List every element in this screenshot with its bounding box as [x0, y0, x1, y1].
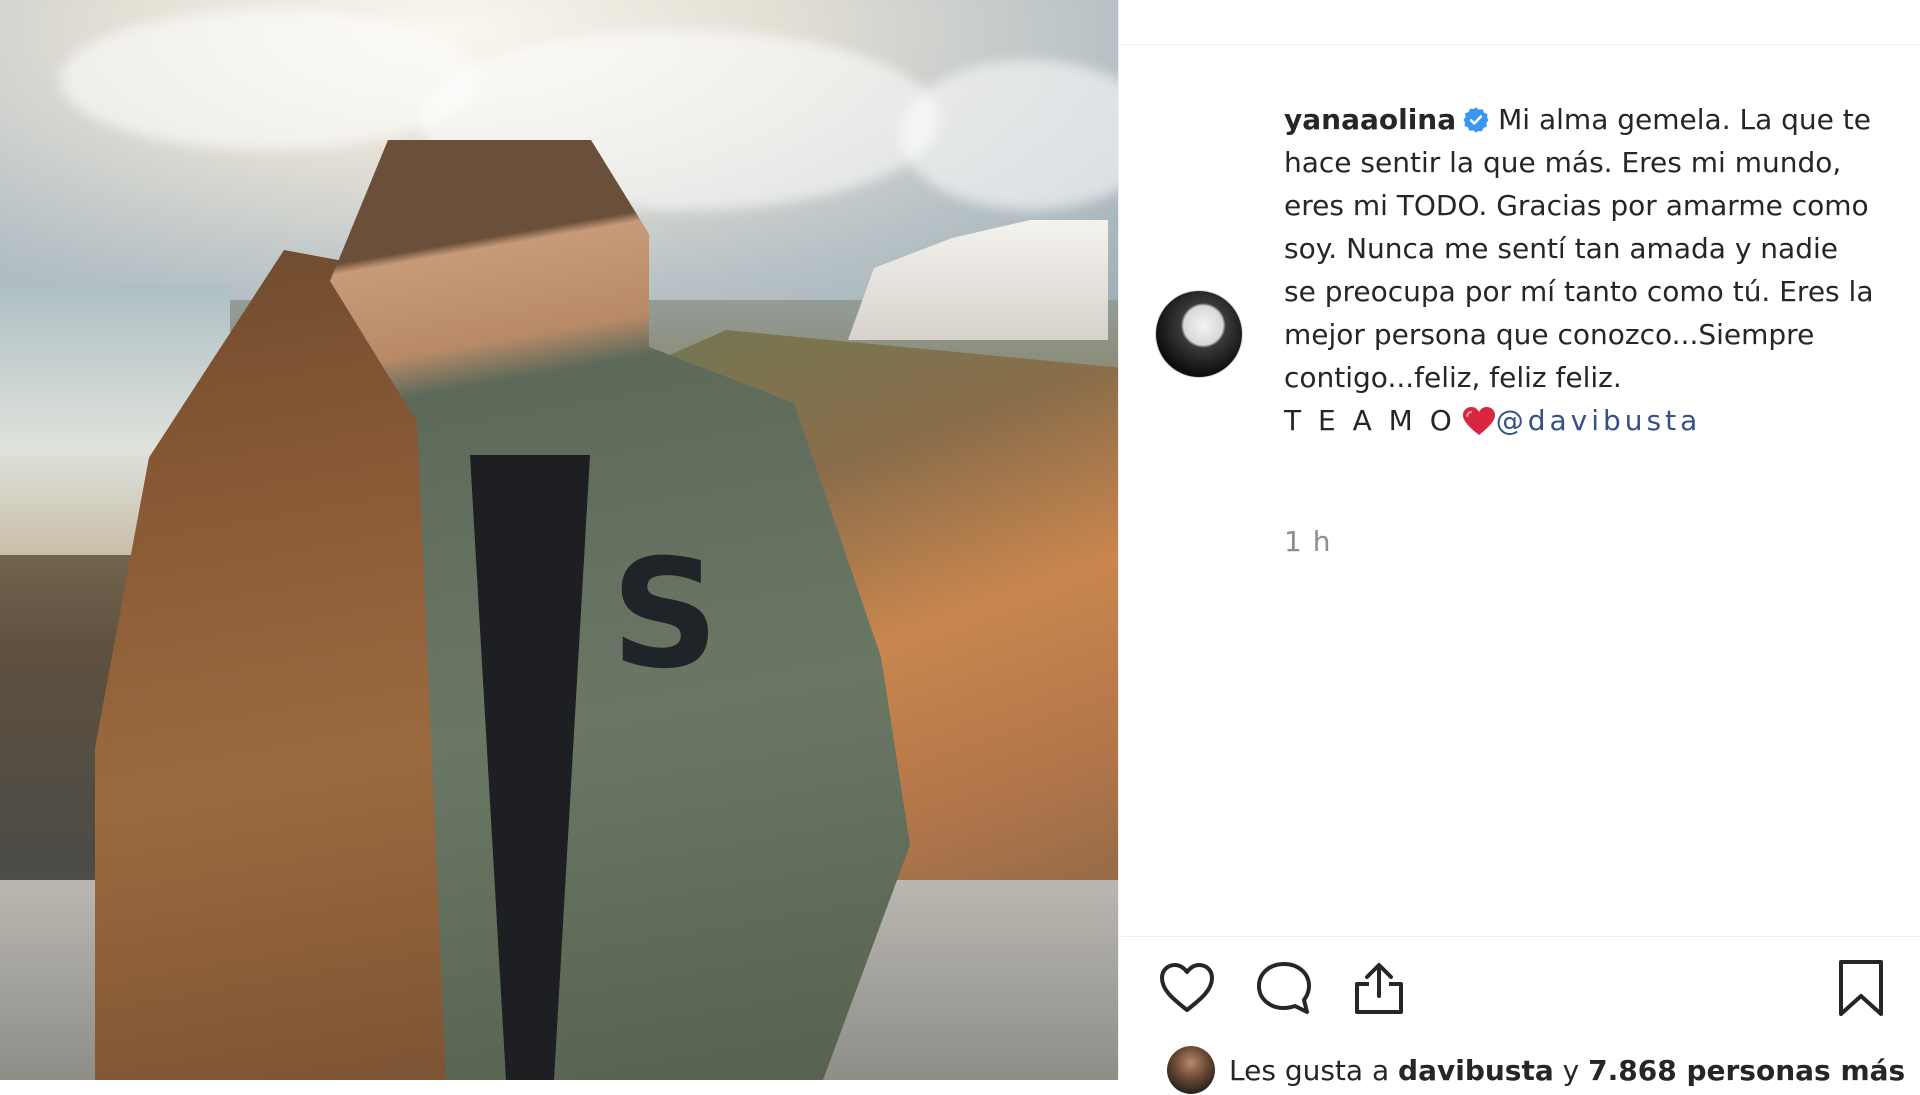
- photo-jacket-letter: S: [610, 528, 720, 702]
- heart-outline-icon: [1159, 962, 1215, 1018]
- like-button[interactable]: [1157, 960, 1217, 1020]
- caption-closing: T E A M O: [1284, 404, 1456, 437]
- liker-avatar[interactable]: [1167, 1046, 1215, 1094]
- post-caption: yanaaolina Mi alma gemela. La que te hace…: [1284, 98, 1874, 442]
- photo-cloud: [60, 10, 480, 150]
- caption-closing-line: T E A M O @davibusta: [1284, 399, 1874, 442]
- author-username[interactable]: yanaaolina: [1284, 103, 1456, 136]
- verified-badge-icon: [1462, 103, 1490, 133]
- share-upload-icon: [1352, 960, 1406, 1020]
- likes-summary: Les gusta a davibusta y 7.868 personas m…: [1167, 1045, 1905, 1095]
- bookmark-icon: [1837, 958, 1885, 1022]
- likes-prefix: Les gusta a: [1229, 1053, 1390, 1087]
- post-timestamp[interactable]: 1 h: [1284, 525, 1331, 558]
- post-photo[interactable]: S: [0, 0, 1118, 1080]
- mention-link[interactable]: @davibusta: [1496, 404, 1702, 437]
- likes-connector: y: [1562, 1053, 1580, 1087]
- liker-username[interactable]: davibusta: [1398, 1054, 1554, 1087]
- save-button[interactable]: [1831, 960, 1891, 1020]
- comment-button[interactable]: [1254, 960, 1314, 1020]
- red-heart-emoji: [1462, 405, 1496, 435]
- actions-divider: [1119, 936, 1920, 937]
- author-avatar[interactable]: [1155, 290, 1243, 378]
- likes-count[interactable]: 7.868 personas más: [1588, 1054, 1905, 1087]
- caption-text: Mi alma gemela. La que te hace sentir la…: [1284, 103, 1874, 394]
- share-button[interactable]: [1349, 960, 1409, 1020]
- comment-bubble-icon: [1255, 960, 1313, 1020]
- header-divider: [1119, 44, 1920, 45]
- post-side-panel: yanaaolina Mi alma gemela. La que te hace…: [1118, 0, 1920, 1094]
